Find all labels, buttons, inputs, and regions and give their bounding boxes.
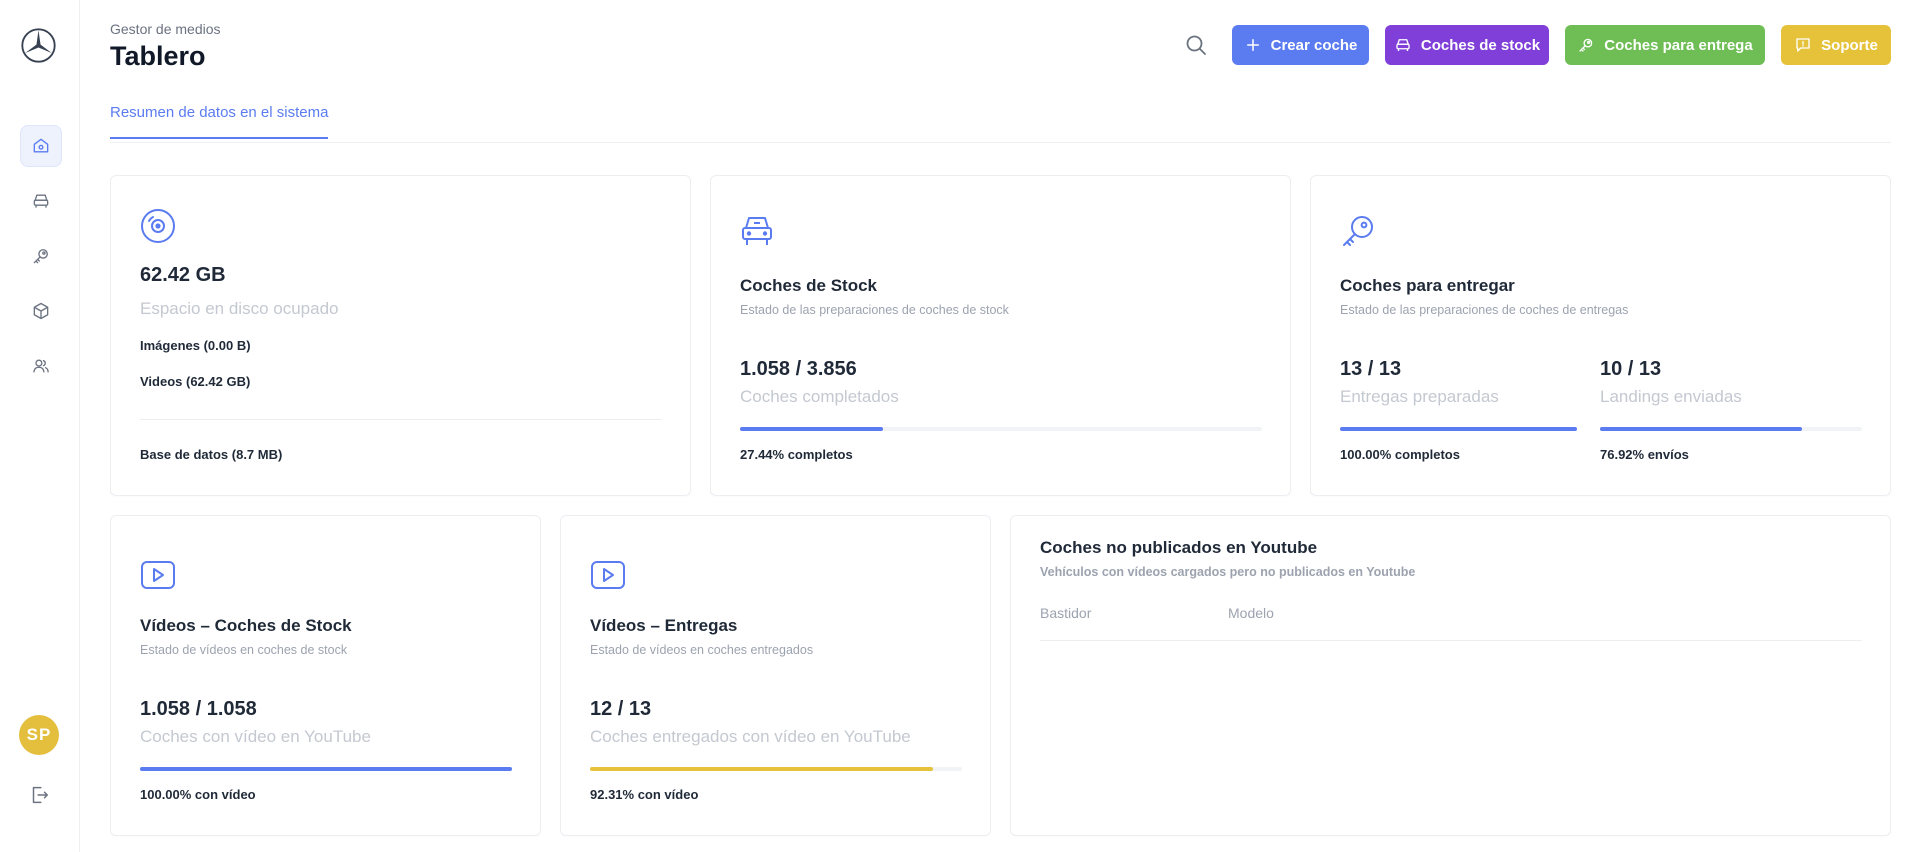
car-icon [742, 217, 772, 245]
videos-delivery-title: Vídeos – Entregas [590, 616, 738, 635]
landings-sent-fill [1600, 427, 1802, 431]
key-icon [33, 249, 48, 264]
car-icon [1396, 39, 1410, 51]
search-icon[interactable] [1184, 33, 1208, 57]
disk-usage-card: 62.42 GB Espacio en disco ocupado Imágen… [110, 175, 691, 496]
logout-icon[interactable] [28, 784, 50, 806]
videos-delivery-bar [590, 767, 962, 771]
stock-progress-bar [740, 427, 1262, 431]
disk-database: Base de datos (8.7 MB) [140, 447, 283, 462]
videos-stock-fill [140, 767, 512, 771]
stock-card-label: Coches completados [740, 387, 899, 406]
landings-sent-value: 10 / 13 [1600, 358, 1662, 380]
stock-cars-button[interactable]: Coches de stock [1385, 25, 1549, 65]
unpublished-title: Coches no publicados en Youtube [1040, 538, 1318, 557]
videos-stock-title: Vídeos – Coches de Stock [140, 616, 352, 635]
stock-progress-fill [740, 427, 884, 431]
car-icon [33, 194, 49, 208]
unpublished-cars-card: Coches no publicados en Youtube Vehículo… [1010, 515, 1891, 836]
stock-cars-card: Coches de Stock Estado de las preparacio… [710, 175, 1291, 496]
disk-images: Imágenes (0.00 B) [140, 338, 251, 353]
key-icon [1343, 216, 1373, 246]
stock-card-desc: Estado de las preparaciones de coches de… [740, 303, 1009, 317]
create-car-button[interactable]: Crear coche [1232, 25, 1369, 65]
sidebar-item-entrega[interactable] [20, 235, 62, 277]
delivery-card-desc: Estado de las preparaciones de coches de… [1340, 303, 1629, 317]
delivery-cars-label: Coches para entrega [1604, 36, 1753, 54]
stock-card-pct: 27.44% completos [740, 447, 853, 462]
home-icon [33, 138, 49, 153]
videos-delivery-card: Vídeos – Entregas Estado de vídeos en co… [560, 515, 991, 836]
videos-delivery-desc: Estado de vídeos en coches entregados [590, 643, 814, 657]
delivery-prepared-bar [1340, 427, 1577, 431]
videos-stock-desc: Estado de vídeos en coches de stock [140, 643, 348, 657]
create-car-label: Crear coche [1270, 36, 1358, 54]
tab-summary[interactable]: Resumen de datos en el sistema [110, 104, 329, 139]
support-button[interactable]: Soporte [1781, 25, 1891, 65]
videos-delivery-value: 12 / 13 [590, 698, 652, 720]
brand-logo-icon[interactable] [20, 27, 57, 64]
plus-icon [1246, 39, 1259, 51]
delivery-cars-button[interactable]: Coches para entrega [1565, 25, 1765, 65]
support-message-icon [1796, 38, 1810, 52]
stock-cars-label: Coches de stock [1420, 36, 1541, 54]
sidebar: SP [0, 0, 80, 852]
tab-divider [110, 142, 1891, 143]
disk-divider [140, 419, 662, 420]
sidebar-item-stock[interactable] [20, 180, 62, 222]
user-avatar[interactable]: SP [19, 715, 59, 755]
page-subtitle: Gestor de medios [110, 21, 221, 37]
play-video-icon [591, 561, 625, 589]
landings-sent-label: Landings enviadas [1600, 387, 1742, 406]
sidebar-item-users[interactable] [20, 345, 62, 387]
videos-stock-card: Vídeos – Coches de Stock Estado de vídeo… [110, 515, 541, 836]
table-header-divider [1040, 640, 1862, 641]
stock-card-title: Coches de Stock [740, 276, 877, 295]
disk-label: Espacio en disco ocupado [140, 299, 339, 318]
landings-sent-bar [1600, 427, 1862, 431]
videos-delivery-pct: 92.31% con vídeo [590, 787, 699, 802]
delivery-card-title: Coches para entregar [1340, 276, 1515, 295]
support-label: Soporte [1821, 36, 1878, 54]
delivery-prepared-pct: 100.00% completos [1340, 447, 1460, 462]
landings-sent-pct: 76.92% envíos [1600, 447, 1689, 462]
videos-stock-pct: 100.00% con vídeo [140, 787, 256, 802]
disk-value: 62.42 GB [140, 264, 226, 286]
sidebar-item-home[interactable] [20, 125, 62, 167]
videos-stock-value: 1.058 / 1.058 [140, 698, 257, 720]
videos-stock-bar [140, 767, 512, 771]
disk-videos: Videos (62.42 GB) [140, 374, 251, 389]
delivery-prepared-label: Entregas preparadas [1340, 387, 1499, 406]
delivery-cars-card: Coches para entregar Estado de las prepa… [1310, 175, 1891, 496]
play-video-icon [141, 561, 175, 589]
disk-icon [141, 209, 175, 243]
sidebar-item-box[interactable] [20, 290, 62, 332]
stock-card-value: 1.058 / 3.856 [740, 358, 857, 380]
users-icon [33, 359, 49, 373]
videos-delivery-fill [590, 767, 934, 771]
delivery-prepared-value: 13 / 13 [1340, 358, 1402, 380]
column-header-modelo[interactable]: Modelo [1228, 605, 1274, 621]
box-icon [33, 302, 49, 320]
videos-delivery-label: Coches entregados con vídeo en YouTube [590, 727, 911, 746]
videos-stock-label: Coches con vídeo en YouTube [140, 727, 371, 746]
key-icon [1579, 38, 1593, 52]
delivery-prepared-fill [1340, 427, 1577, 431]
app-root: SP Gestor de medios Tablero Crear coche … [0, 0, 1919, 852]
column-header-bastidor[interactable]: Bastidor [1040, 605, 1091, 621]
page-title: Tablero [110, 41, 206, 71]
unpublished-desc: Vehículos con vídeos cargados pero no pu… [1040, 565, 1416, 579]
